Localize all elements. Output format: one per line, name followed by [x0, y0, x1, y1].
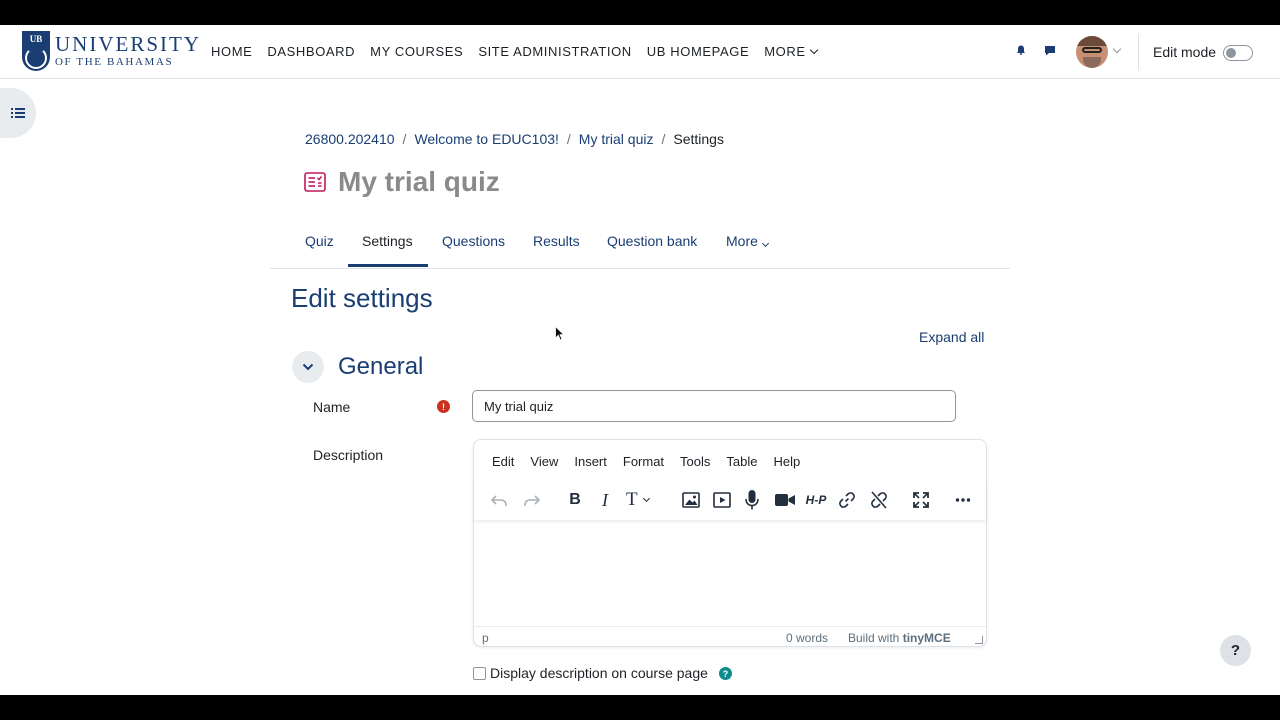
active-tab-indicator: [348, 264, 428, 267]
editor-toolbar: B I T H-P: [474, 480, 986, 520]
video-camera-icon[interactable]: [774, 489, 796, 511]
avatar-beard: [1083, 57, 1101, 68]
user-menu-chevron-icon[interactable]: [1112, 44, 1122, 54]
breadcrumb-course[interactable]: 26800.202410: [305, 131, 395, 147]
logo-text: UNIVERSITY OF THE BAHAMAS: [55, 34, 201, 68]
editor-menubar: Edit View Insert Format Tools Table Help: [492, 454, 816, 469]
unlink-icon[interactable]: [870, 489, 888, 511]
text-size-dropdown[interactable]: T: [626, 489, 660, 511]
link-icon[interactable]: [838, 489, 856, 511]
chevron-down-icon: [302, 363, 314, 371]
name-label: Name: [313, 399, 351, 415]
breadcrumb-section[interactable]: Welcome to EDUC103!: [414, 131, 558, 147]
tab-settings[interactable]: Settings: [362, 233, 413, 249]
messages-icon[interactable]: [1044, 45, 1056, 56]
editor-menu-view[interactable]: View: [530, 454, 558, 469]
required-icon: !: [437, 400, 450, 413]
h5p-icon[interactable]: H-P: [805, 489, 827, 511]
navbar-divider: [1138, 34, 1139, 70]
breadcrumb-separator: /: [661, 131, 666, 147]
nav-dashboard[interactable]: DASHBOARD: [267, 44, 355, 59]
avatar-glasses: [1082, 47, 1102, 53]
breadcrumb: 26800.202410 / Welcome to EDUC103! / My …: [305, 131, 724, 147]
mouse-pointer-icon: [555, 326, 565, 341]
help-button[interactable]: ?: [1220, 635, 1251, 666]
description-label: Description: [313, 447, 384, 463]
tab-results[interactable]: Results: [533, 233, 580, 249]
breadcrumb-separator: /: [566, 131, 571, 147]
fullscreen-icon[interactable]: [913, 489, 929, 511]
undo-icon[interactable]: [490, 489, 508, 511]
editor-content-area[interactable]: [474, 522, 986, 626]
primary-nav: HOME DASHBOARD MY COURSES SITE ADMINISTR…: [211, 44, 832, 59]
quiz-activity-icon: [304, 172, 326, 192]
edit-mode-toggle[interactable]: [1223, 45, 1253, 61]
element-path[interactable]: p: [482, 631, 489, 645]
name-input[interactable]: [472, 390, 956, 422]
more-icon[interactable]: [955, 489, 971, 511]
section-title-general: General: [338, 353, 424, 380]
nav-ub-homepage[interactable]: UB HOMEPAGE: [647, 44, 749, 59]
italic-icon[interactable]: I: [600, 489, 610, 511]
bold-icon[interactable]: B: [568, 489, 582, 511]
editor-statusbar: p 0 words Build with tinyMCE: [474, 626, 986, 647]
editor-menu-insert[interactable]: Insert: [574, 454, 607, 469]
chevron-down-icon: [761, 239, 769, 248]
editor-menu-table[interactable]: Table: [726, 454, 757, 469]
logo-line2: OF THE BAHAMAS: [55, 56, 174, 68]
tab-more-label: More: [726, 233, 758, 249]
microphone-icon[interactable]: [744, 489, 760, 511]
edit-mode-label: Edit mode: [1153, 44, 1217, 60]
top-navbar: UB UNIVERSITY OF THE BAHAMAS HOME DASHBO…: [0, 25, 1280, 79]
nav-site-administration[interactable]: SITE ADMINISTRATION: [478, 44, 631, 59]
moodle-page: UB UNIVERSITY OF THE BAHAMAS HOME DASHBO…: [0, 25, 1280, 695]
tab-questions[interactable]: Questions: [442, 233, 505, 249]
secondary-nav-tabs: Quiz Settings Questions Results Question…: [270, 221, 1010, 269]
editor-menu-edit[interactable]: Edit: [492, 454, 514, 469]
breadcrumb-current: Settings: [673, 131, 724, 147]
text-size-icon: T: [626, 489, 638, 510]
word-count[interactable]: 0 words: [786, 631, 828, 645]
build-with-tinymce[interactable]: Build with tinyMCE: [848, 631, 951, 645]
logo-badge: UB: [22, 31, 50, 71]
editor-menu-format[interactable]: Format: [623, 454, 664, 469]
page-title: My trial quiz: [338, 166, 500, 197]
breadcrumb-separator: /: [402, 131, 407, 147]
toggle-knob: [1226, 48, 1236, 58]
edit-settings-heading: Edit settings: [291, 283, 433, 313]
tab-question-bank[interactable]: Question bank: [607, 233, 697, 249]
help-question-icon[interactable]: ?: [719, 667, 732, 680]
image-icon[interactable]: [682, 489, 700, 511]
resize-handle-icon[interactable]: [975, 636, 983, 644]
build-with-label: Build with: [848, 631, 900, 645]
logo-badge-text: UB: [29, 34, 43, 44]
redo-icon[interactable]: [523, 489, 541, 511]
editor-menu-tools[interactable]: Tools: [680, 454, 710, 469]
nav-more[interactable]: MORE: [764, 44, 818, 59]
expand-all-link[interactable]: Expand all: [919, 329, 984, 345]
bell-icon[interactable]: [1016, 45, 1026, 55]
media-icon[interactable]: [713, 489, 731, 511]
university-logo[interactable]: UB UNIVERSITY OF THE BAHAMAS: [22, 31, 201, 71]
chevron-down-icon: [642, 494, 650, 503]
course-index-drawer-button[interactable]: [0, 88, 36, 138]
description-editor: Edit View Insert Format Tools Table Help…: [473, 439, 987, 647]
tab-quiz[interactable]: Quiz: [305, 233, 334, 249]
nav-home[interactable]: HOME: [211, 44, 252, 59]
logo-line1: UNIVERSITY: [55, 32, 201, 56]
tinymce-logo: tinyMCE: [902, 631, 951, 645]
display-description-label: Display description on course page: [490, 665, 708, 681]
avatar-hair: [1076, 36, 1108, 46]
chevron-down-icon: [809, 45, 818, 55]
nav-my-courses[interactable]: MY COURSES: [370, 44, 463, 59]
nav-more-label: MORE: [764, 44, 806, 59]
tab-more[interactable]: More: [726, 233, 769, 249]
editor-menu-help[interactable]: Help: [773, 454, 800, 469]
logo-wave-icon: [25, 47, 47, 69]
breadcrumb-quiz[interactable]: My trial quiz: [579, 131, 654, 147]
user-avatar[interactable]: [1076, 36, 1108, 68]
display-description-checkbox[interactable]: [473, 667, 486, 680]
list-icon: [11, 108, 25, 118]
section-collapse-button[interactable]: [292, 351, 324, 383]
